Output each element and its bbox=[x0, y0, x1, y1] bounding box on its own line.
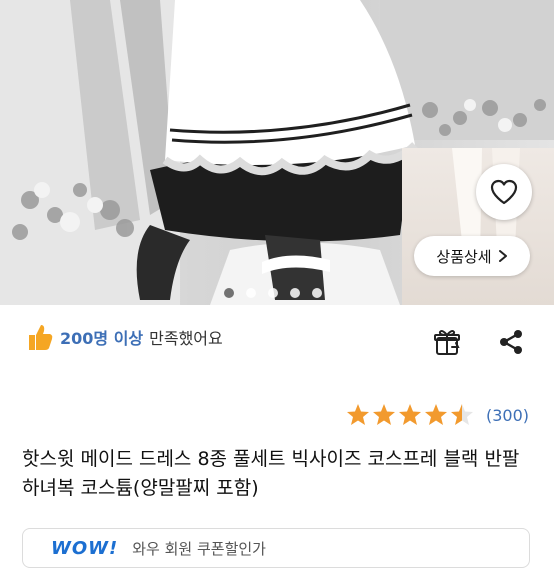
star-rating bbox=[347, 404, 473, 425]
gift-icon bbox=[434, 330, 460, 355]
carousel-indicator bbox=[224, 288, 322, 298]
gift-button[interactable] bbox=[430, 325, 464, 359]
star-icon bbox=[425, 404, 447, 425]
detail-inset-photo bbox=[402, 148, 554, 305]
coupon-price-text: 와우 회원 쿠폰할인가 bbox=[132, 539, 266, 558]
carousel-dot[interactable] bbox=[312, 288, 322, 298]
rating-row[interactable]: (300) bbox=[346, 403, 529, 427]
favorite-button[interactable] bbox=[476, 164, 532, 220]
carousel-dot[interactable] bbox=[224, 288, 234, 298]
share-button[interactable] bbox=[494, 325, 528, 359]
carousel-dot[interactable] bbox=[290, 288, 300, 298]
carousel-dot[interactable] bbox=[268, 288, 278, 298]
carousel-dot[interactable] bbox=[246, 288, 256, 298]
wow-logo: WOW! bbox=[51, 537, 119, 559]
product-detail-label: 상품상세 bbox=[436, 247, 492, 266]
review-count[interactable]: (300) bbox=[486, 406, 529, 425]
chevron-right-icon bbox=[498, 250, 507, 262]
share-icon bbox=[500, 330, 522, 354]
member-coupon-banner[interactable]: WOW! 와우 회원 쿠폰할인가 bbox=[22, 528, 530, 568]
product-title: 핫스윗 메이드 드레스 8종 풀세트 빅사이즈 코스프레 블랙 반팔 하녀복 코… bbox=[22, 448, 520, 499]
star-icon bbox=[451, 404, 473, 425]
product-detail-button[interactable]: 상품상세 bbox=[414, 236, 530, 276]
product-image-carousel[interactable]: 상품상세 bbox=[0, 0, 554, 305]
satisfaction-text: 만족했어요 bbox=[149, 329, 223, 348]
satisfaction-count: 200명 이상 bbox=[60, 329, 144, 348]
star-icon bbox=[399, 404, 421, 425]
thumbs-up-icon bbox=[29, 325, 53, 350]
star-icon bbox=[347, 404, 369, 425]
heart-icon bbox=[490, 179, 518, 205]
satisfaction-row: 200명 이상 만족했어요 bbox=[26, 322, 223, 352]
star-icon bbox=[373, 404, 395, 425]
